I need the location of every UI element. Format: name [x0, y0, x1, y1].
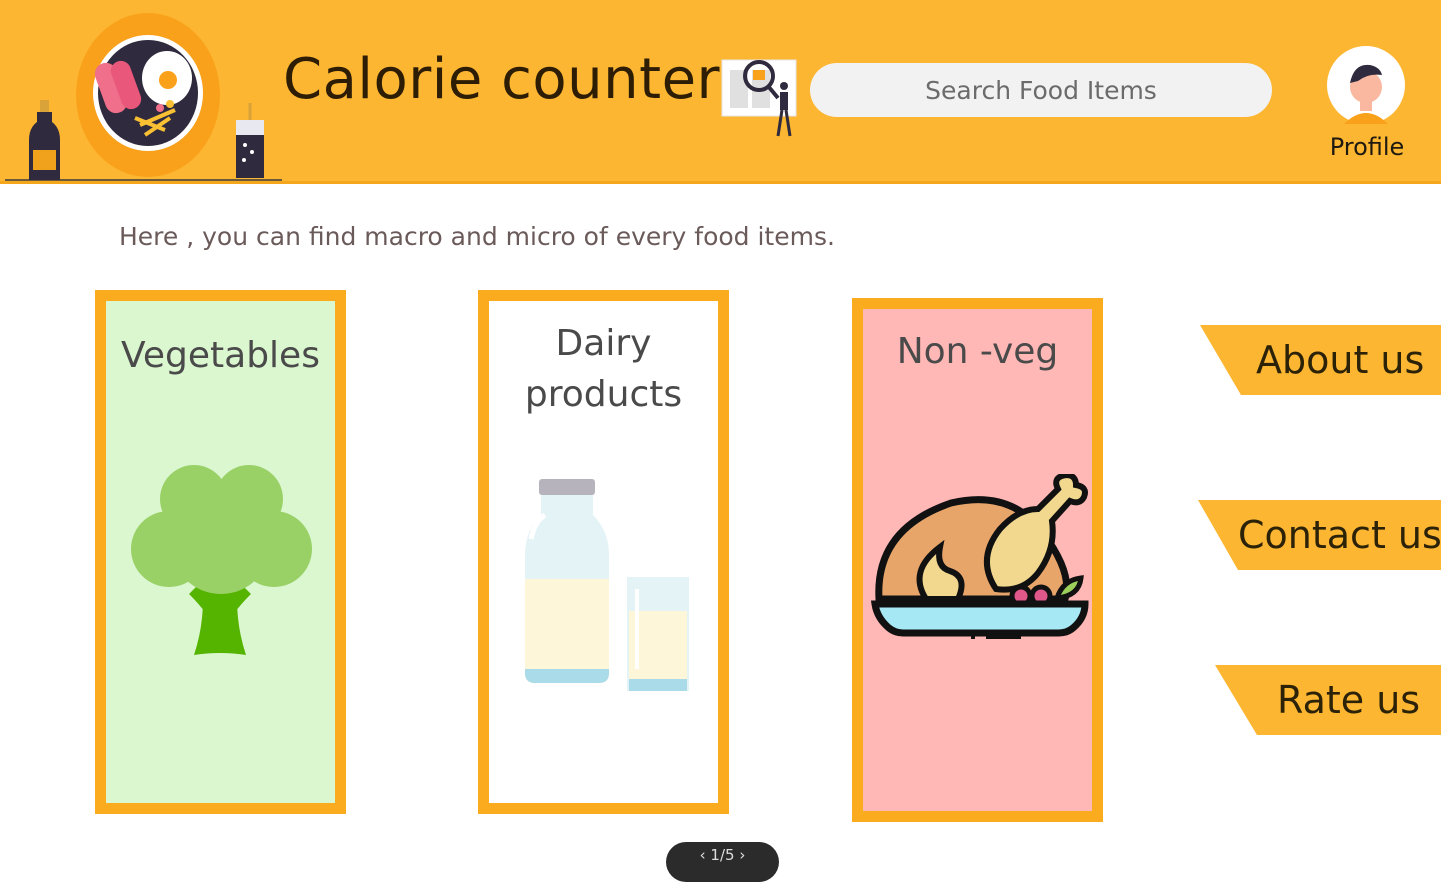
search-input[interactable]: [810, 62, 1272, 118]
search-illustration-icon: [721, 59, 797, 137]
rate-us-label: Rate us: [1277, 678, 1421, 722]
app-title: Calorie counter: [283, 47, 721, 112]
profile-button[interactable]: Profile: [1322, 45, 1412, 170]
category-card-dairy[interactable]: Dairy products: [478, 290, 729, 814]
food-plate-logo-icon: [5, 13, 282, 181]
rate-us-button[interactable]: Rate us: [1215, 665, 1441, 735]
milk-bottle-icon: [525, 479, 689, 691]
card-title-dairy-line2: products: [524, 374, 683, 415]
tagline-text: Here , you can find macro and micro of e…: [119, 222, 835, 251]
broccoli-icon: [131, 465, 312, 655]
page-number: 1/5: [710, 846, 735, 864]
profile-label: Profile: [1329, 133, 1405, 161]
card-title-non-veg: Non -veg: [896, 331, 1059, 372]
avatar-icon: [1327, 46, 1405, 124]
card-title-dairy-line1: Dairy: [555, 323, 652, 364]
contact-us-label: Contact us: [1238, 513, 1441, 557]
about-us-button[interactable]: About us: [1200, 325, 1441, 395]
card-title-vegetables: Vegetables: [121, 335, 320, 376]
search-bar[interactable]: [810, 62, 1272, 118]
contact-us-button[interactable]: Contact us: [1198, 500, 1441, 570]
chevron-right-icon[interactable]: ›: [739, 846, 745, 864]
category-card-vegetables[interactable]: Vegetables: [95, 290, 346, 814]
roast-chicken-icon: [871, 474, 1089, 639]
page-indicator[interactable]: ‹ 1/5 ›: [666, 842, 779, 882]
chevron-left-icon[interactable]: ‹: [700, 846, 706, 864]
about-us-label: About us: [1256, 338, 1425, 382]
header-bar: Calorie counter Profile: [0, 0, 1441, 184]
category-card-non-veg[interactable]: Non -veg: [852, 298, 1103, 822]
